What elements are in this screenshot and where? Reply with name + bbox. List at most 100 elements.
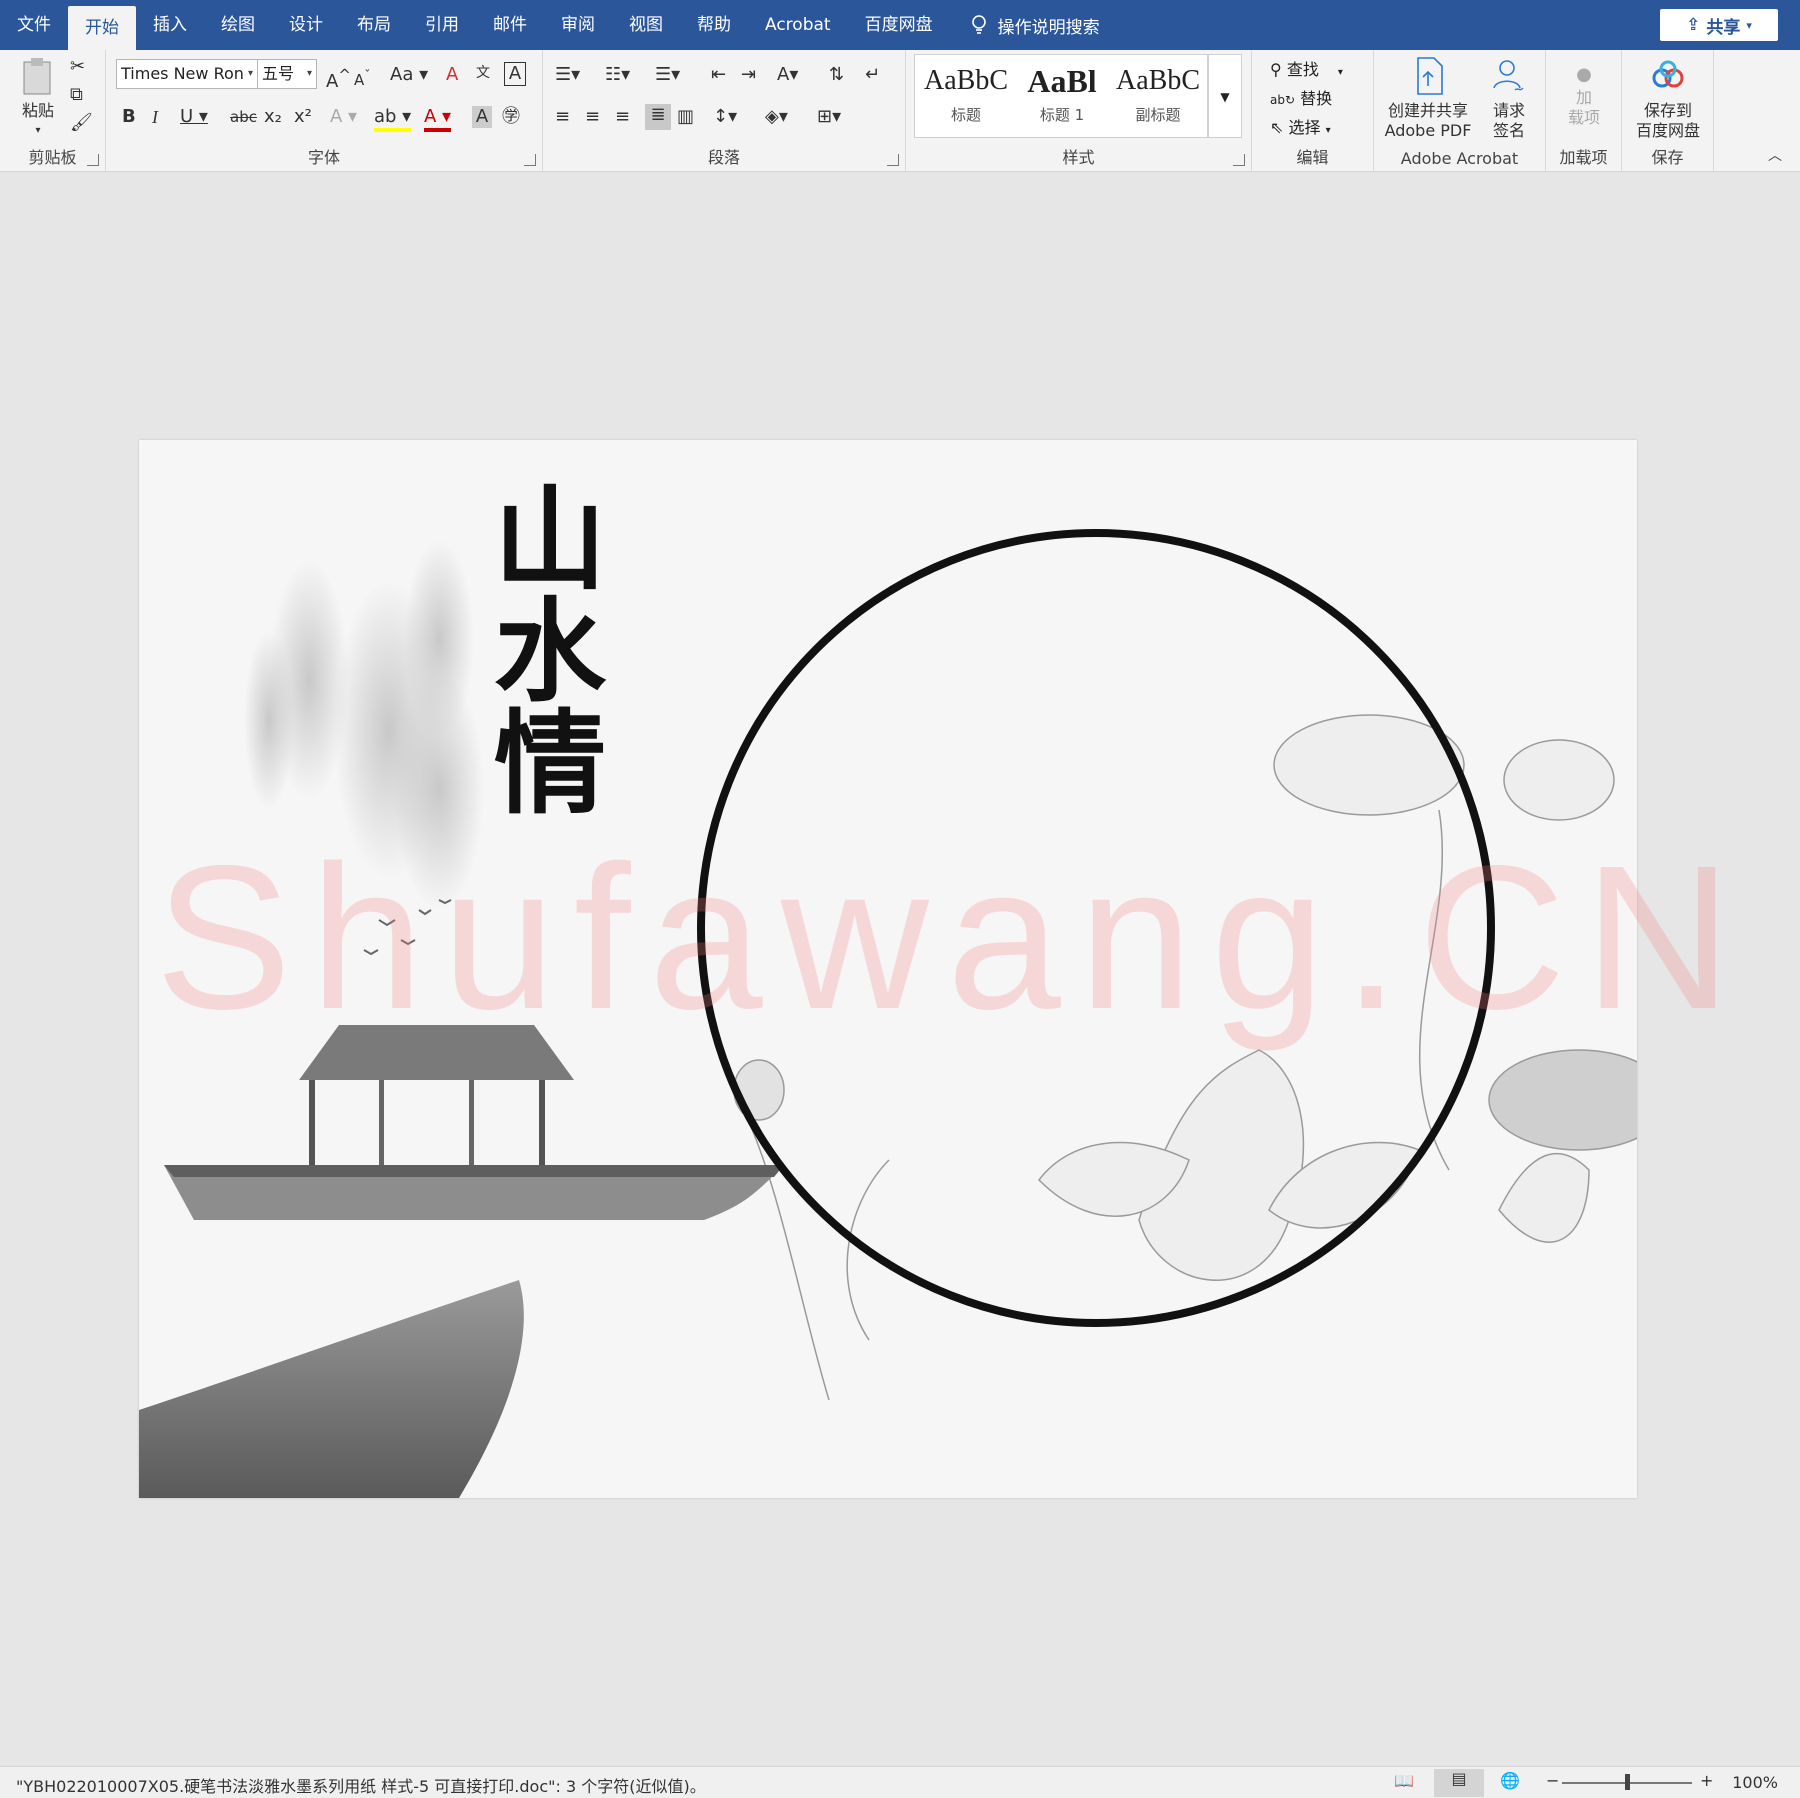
editing-group-label: 编辑 (1296, 148, 1329, 167)
tab-9[interactable]: 视图 (612, 0, 680, 50)
change-case-button[interactable]: Aa ▾ (390, 64, 428, 86)
style-item-1[interactable]: AaBl 标题 1 (1014, 58, 1110, 138)
tab-0[interactable]: 文件 (0, 0, 68, 50)
clear-format-icon[interactable]: A (446, 64, 458, 86)
tab-6[interactable]: 引用 (408, 0, 476, 50)
paste-button[interactable]: 粘贴 ▾ (12, 56, 64, 141)
copy-icon[interactable]: ⧉ (70, 84, 83, 106)
create-pdf-button[interactable]: 创建并共享 Adobe PDF (1378, 56, 1478, 141)
chinese-layout-icon[interactable]: A▾ (777, 64, 798, 86)
text-effects-icon[interactable]: A ▾ (330, 106, 357, 128)
enclose-char-icon[interactable]: ㊫ (502, 106, 520, 128)
font-color-icon[interactable]: A ▾ (424, 106, 452, 132)
char-border-icon[interactable]: A (504, 62, 526, 86)
font-size-value: 五号 (262, 64, 295, 83)
style-preview: AaBbC (1116, 65, 1200, 96)
lotus-scene (733, 714, 1637, 1401)
shrink-font-icon[interactable]: Aˇ (354, 64, 371, 91)
phonetic-guide-icon[interactable]: 文 (476, 62, 490, 84)
format-painter-icon[interactable]: 🖌 (70, 112, 93, 134)
cut-icon[interactable]: ✂ (70, 56, 85, 78)
bullets-icon[interactable]: ☰▾ (555, 64, 580, 86)
clipboard-group: 粘贴 ▾ ✂ ⧉ 🖌 剪贴板 (0, 50, 106, 172)
chevron-down-icon: ▾ (35, 125, 41, 136)
find-button[interactable]: ⚲ 查找 ▾ (1270, 56, 1343, 80)
distributed-icon[interactable]: ▥ (677, 106, 694, 128)
replace-button[interactable]: ab↻ 替换 (1270, 85, 1332, 109)
collapse-ribbon-icon[interactable]: ︿ (1768, 145, 1782, 165)
zoom-level[interactable]: 100% (1732, 1773, 1778, 1792)
addins-icon: ● (1576, 64, 1592, 85)
addins-group-label: 加载项 (1559, 148, 1608, 167)
share-button[interactable]: ⇪ 共享 ▾ (1660, 9, 1778, 41)
style-item-2[interactable]: AaBbC 副标题 (1110, 58, 1206, 138)
pdf-share-icon (1417, 57, 1443, 95)
zoom-slider-thumb[interactable] (1625, 1774, 1630, 1790)
font-size-combo[interactable]: 五号 ▾ (257, 59, 317, 89)
calligraphy-title: 山水情 (475, 480, 606, 816)
tab-4[interactable]: 设计 (272, 0, 340, 50)
chevron-down-icon: ▾ (1325, 125, 1331, 136)
tab-8[interactable]: 审阅 (544, 0, 612, 50)
zoom-out-icon[interactable]: − (1546, 1771, 1559, 1790)
style-name: 副标题 (1135, 106, 1181, 124)
superscript-icon[interactable]: x² (294, 106, 312, 128)
grow-font-icon[interactable]: A^ (326, 64, 351, 93)
ink-landscape-artwork (139, 529, 1637, 1498)
tab-12[interactable]: 百度网盘 (848, 0, 950, 50)
style-item-0[interactable]: AaBbC 标题 (918, 58, 1014, 138)
borders-icon[interactable]: ⊞▾ (817, 106, 841, 128)
addins-button[interactable]: ● 加 载项 (1556, 62, 1612, 128)
char-shading-icon[interactable]: A (472, 106, 492, 128)
increase-indent-icon[interactable]: ⇥ (741, 64, 756, 86)
tab-5[interactable]: 布局 (340, 0, 408, 50)
subscript-icon[interactable]: x₂ (264, 106, 282, 128)
justify-icon[interactable]: ≣ (645, 104, 671, 130)
tab-2[interactable]: 插入 (136, 0, 204, 50)
dialog-launcher-icon[interactable] (524, 154, 536, 166)
strikethrough-icon[interactable]: abc (230, 106, 257, 128)
replace-label: 替换 (1300, 89, 1333, 108)
paragraph-group-label: 段落 (707, 148, 740, 167)
align-left-icon[interactable]: ≡ (555, 106, 570, 128)
tab-10[interactable]: 帮助 (680, 0, 748, 50)
print-layout-icon[interactable]: ▤ (1434, 1769, 1484, 1797)
save-to-baidu-button[interactable]: 保存到 百度网盘 (1626, 56, 1710, 141)
tab-3[interactable]: 绘图 (204, 0, 272, 50)
shading-icon[interactable]: ◈▾ (765, 106, 788, 128)
tab-7[interactable]: 邮件 (476, 0, 544, 50)
decrease-indent-icon[interactable]: ⇤ (711, 64, 726, 86)
numbering-icon[interactable]: ☷▾ (605, 64, 630, 86)
read-mode-icon[interactable]: 📖 (1394, 1771, 1414, 1790)
save-line2: 百度网盘 (1635, 121, 1700, 140)
signature-icon (1493, 60, 1524, 91)
style-name: 标题 (950, 106, 981, 124)
select-button[interactable]: ⇖ 选择 ▾ (1270, 114, 1331, 138)
highlight-icon[interactable]: ab ▾ (374, 106, 412, 132)
align-right-icon[interactable]: ≡ (615, 106, 630, 128)
boat-pavilion (139, 1025, 784, 1498)
line-spacing-icon[interactable]: ↕▾ (713, 106, 737, 128)
dialog-launcher-icon[interactable] (1233, 154, 1245, 166)
underline-icon[interactable]: U ▾ (180, 106, 208, 128)
tab-1[interactable]: 开始 (68, 6, 136, 50)
font-name-combo[interactable]: Times New Ron ▾ (116, 59, 258, 89)
dialog-launcher-icon[interactable] (87, 154, 99, 166)
italic-icon[interactable]: I (152, 106, 158, 128)
show-marks-icon[interactable]: ↵ (865, 64, 880, 86)
request-sign-button[interactable]: 请求 签名 (1482, 56, 1536, 141)
ribbon-tab-bar: 文件 开始 插入 绘图 设计 布局 引用 邮件 审阅 视图 帮助 Acrobat 百度网盘 操作说明搜索… (0, 0, 1800, 50)
editing-group: ⚲ 查找 ▾ ab↻ 替换 ⇖ 选择 ▾ 编辑 (1252, 50, 1374, 172)
tab-11[interactable]: Acrobat (748, 0, 848, 50)
styles-more-button[interactable]: ▼ (1208, 54, 1242, 138)
bold-icon[interactable]: B (122, 106, 136, 128)
zoom-in-icon[interactable]: + (1700, 1771, 1713, 1790)
request-sign-line2: 签名 (1492, 121, 1525, 140)
web-layout-icon[interactable]: 🌐 (1500, 1771, 1520, 1790)
align-center-icon[interactable]: ≡ (585, 106, 600, 128)
tell-me-search[interactable]: 操作说明搜索 (970, 13, 1100, 38)
multilevel-list-icon[interactable]: ☰▾ (655, 64, 680, 86)
dialog-launcher-icon[interactable] (887, 154, 899, 166)
document-page[interactable]: 山水情 (139, 440, 1637, 1498)
sort-icon[interactable]: ⇅ (829, 64, 844, 86)
